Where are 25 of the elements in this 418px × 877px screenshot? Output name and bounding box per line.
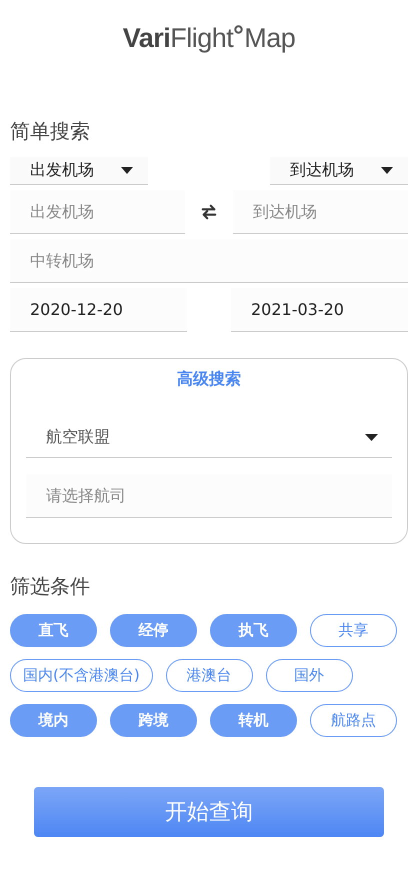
- filter-chip[interactable]: 境内: [10, 704, 97, 737]
- logo-text: VariFlight: [122, 22, 234, 54]
- search-button[interactable]: 开始查询: [34, 787, 384, 837]
- caret-icon: [121, 167, 133, 174]
- filter-chip[interactable]: 国外: [266, 659, 353, 692]
- caret-icon: [365, 434, 378, 441]
- filter-chip[interactable]: 港澳台: [166, 659, 253, 692]
- arrival-select[interactable]: 到达机场: [270, 157, 408, 185]
- departure-select[interactable]: 出发机场: [10, 157, 148, 185]
- filter-chip[interactable]: 共享: [310, 614, 397, 647]
- section-title: 筛选条件: [10, 573, 91, 600]
- alliance-select[interactable]: 航空联盟: [26, 427, 392, 458]
- filter-chip[interactable]: 执飞: [210, 614, 297, 647]
- filter-chip[interactable]: 航路点: [310, 704, 397, 737]
- filter-chip[interactable]: 跨境: [110, 704, 197, 737]
- card-title: 高级搜索: [176, 369, 242, 390]
- logo-ring-icon: [234, 25, 244, 34]
- section-title: 简单搜索: [10, 118, 91, 145]
- filter-chip[interactable]: 经停: [110, 614, 197, 647]
- caret-icon: [381, 167, 393, 174]
- filter-chip[interactable]: 国内(不含港澳台): [10, 659, 153, 692]
- logo-text: Map: [244, 22, 296, 54]
- filter-chip[interactable]: 直飞: [10, 614, 97, 647]
- filter-chip[interactable]: 转机: [210, 704, 297, 737]
- swap-icon[interactable]: [201, 204, 217, 220]
